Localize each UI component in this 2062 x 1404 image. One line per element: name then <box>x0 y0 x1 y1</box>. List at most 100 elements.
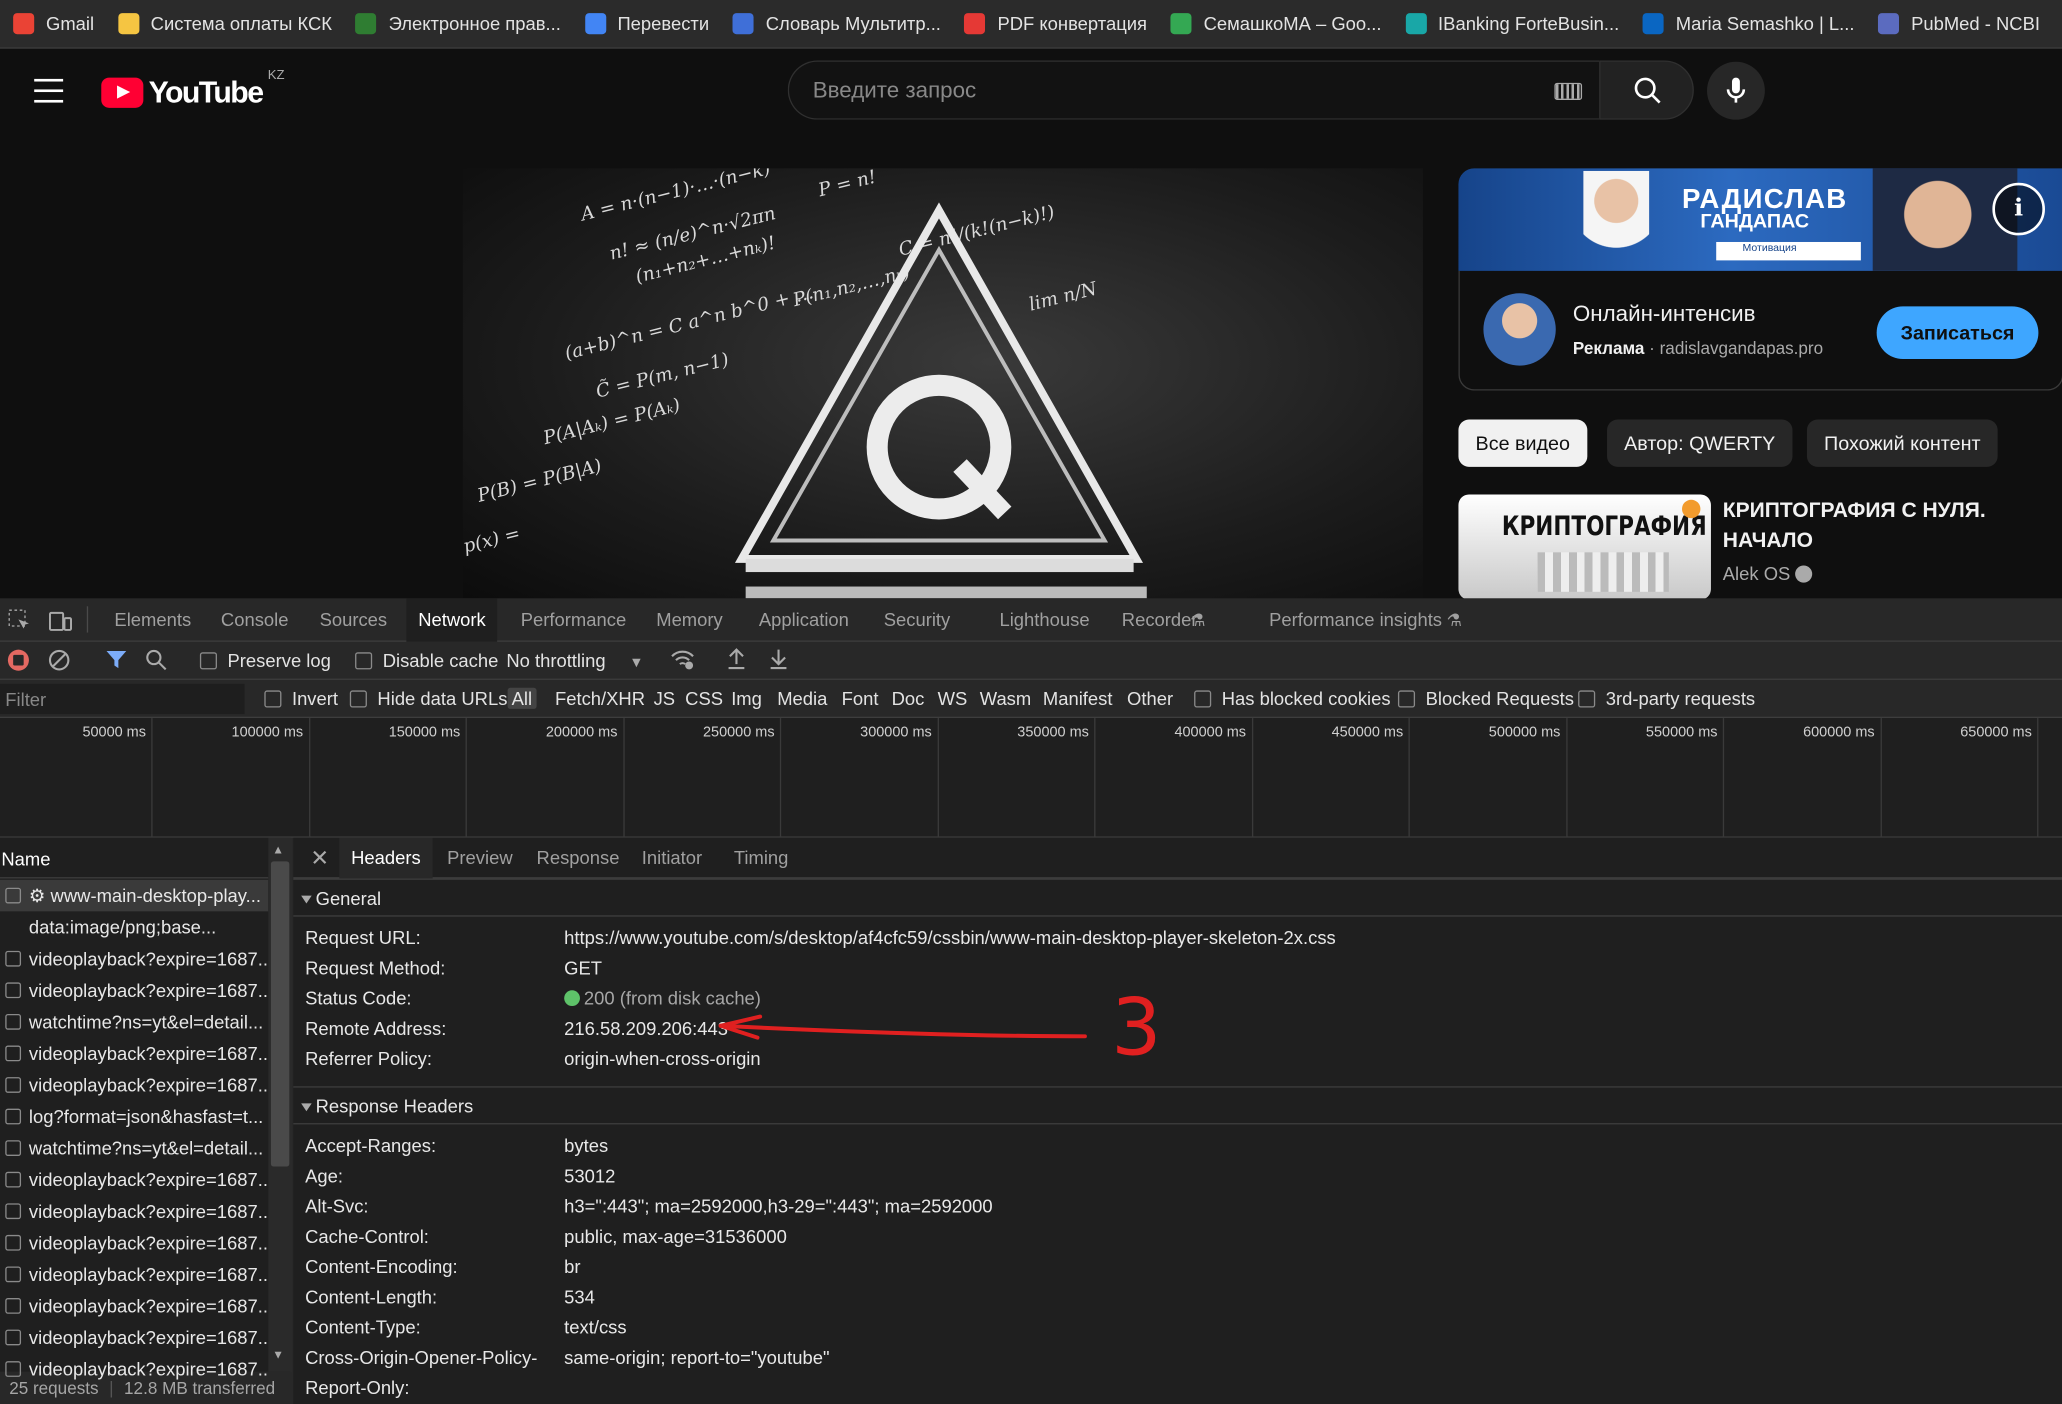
bookmark-item[interactable]: Система оплаты КСК <box>117 13 332 35</box>
scrollbar-thumb[interactable] <box>270 861 290 1167</box>
bookmark-item[interactable]: Maria Semashko | L... <box>1642 13 1855 35</box>
request-row[interactable]: videoplayback?expire=1687... <box>0 1290 268 1322</box>
chip-all-videos[interactable]: Все видео <box>1458 419 1588 467</box>
filter-hide-data-urls[interactable]: Hide data URLs <box>349 688 507 709</box>
chip-similar[interactable]: Похожий контент <box>1806 419 1998 467</box>
related-video-channel[interactable]: Alek OS <box>1723 563 1813 584</box>
checkbox-icon <box>5 1045 22 1062</box>
network-conditions-icon[interactable] <box>669 648 695 670</box>
request-row[interactable]: videoplayback?expire=1687... <box>0 1227 268 1259</box>
advertiser-avatar[interactable] <box>1483 293 1556 366</box>
devtools-tab-lighthouse[interactable]: Lighthouse <box>999 598 1089 641</box>
request-row[interactable]: videoplayback?expire=1687... <box>0 1259 268 1291</box>
request-row[interactable]: videoplayback?expire=1687... <box>0 1069 268 1101</box>
devtools-tab-network[interactable]: Network <box>406 598 498 642</box>
devtools-tab-memory[interactable]: Memory <box>656 598 722 641</box>
scroll-down-icon[interactable]: ▼ <box>272 1348 284 1361</box>
bookmark-item[interactable]: СемашкоМА – Goo... <box>1170 13 1382 35</box>
general-section-header[interactable]: General <box>293 878 2062 917</box>
ad-banner[interactable]: РАДИСЛАВ ГАНДАПАС Мотивация <box>1458 168 2062 271</box>
video-player[interactable]: A = n·(n−1)·…·(n−k) P = n! n! ≈ (n/e)^n·√2… <box>462 168 1423 599</box>
keyboard-icon[interactable] <box>1554 82 1583 100</box>
devtools-tab-application[interactable]: Application <box>759 598 849 641</box>
devtools-tab-elements[interactable]: Elements <box>114 598 191 641</box>
filter-manifest[interactable]: Manifest <box>1043 688 1113 709</box>
detail-tab-preview[interactable]: Preview <box>447 838 512 879</box>
devtools-tab-security[interactable]: Security <box>884 598 951 641</box>
detail-tab-headers[interactable]: Headers <box>339 837 433 879</box>
filter-3rd-party-requests[interactable]: 3rd-party requests <box>1578 688 1755 709</box>
related-video-title[interactable]: КРИПТОГРАФИЯ С НУЛЯ. НАЧАЛО <box>1723 496 2039 556</box>
request-row[interactable]: videoplayback?expire=1687... <box>0 974 268 1006</box>
filter-icon[interactable] <box>105 648 127 670</box>
search-icon[interactable] <box>145 648 167 671</box>
info-icon[interactable]: i <box>1992 182 2045 236</box>
detail-tab-initiator[interactable]: Initiator <box>642 838 702 879</box>
filter-wasm[interactable]: Wasm <box>980 688 1031 709</box>
preserve-log-checkbox[interactable]: Preserve log <box>199 650 331 671</box>
filter-ws[interactable]: WS <box>938 688 968 709</box>
scroll-up-icon[interactable]: ▲ <box>272 843 284 856</box>
filter-all[interactable]: All <box>507 687 536 709</box>
bookmark-item[interactable]: Словарь Мультитр... <box>732 13 941 35</box>
filter-other[interactable]: Other <box>1127 688 1173 709</box>
import-har-icon[interactable] <box>726 647 747 671</box>
request-row[interactable]: videoplayback?expire=1687... <box>0 1164 268 1196</box>
microphone-icon <box>1726 77 1746 103</box>
request-row[interactable]: data:image/png;base... <box>0 911 268 943</box>
youtube-logo[interactable]: YouTube KZ <box>101 68 285 111</box>
response-headers-section-header[interactable]: Response Headers <box>293 1086 2062 1125</box>
voice-search-button[interactable] <box>1706 61 1765 120</box>
record-icon[interactable] <box>7 649 29 671</box>
filter-css[interactable]: CSS <box>685 688 723 709</box>
request-row[interactable]: videoplayback?expire=1687... <box>0 943 268 975</box>
bookmark-item[interactable]: PDF конвертация <box>964 13 1147 35</box>
header-key: Status Code: <box>305 987 412 1009</box>
request-row[interactable]: log?format=json&hasfast=t... <box>0 1101 268 1133</box>
devtools-tab-performance[interactable]: Performance <box>521 598 626 641</box>
device-toolbar-icon[interactable] <box>48 609 73 633</box>
devtools-tab-sources[interactable]: Sources <box>320 598 388 641</box>
filter-media[interactable]: Media <box>777 688 827 709</box>
detail-tab-response[interactable]: Response <box>537 838 620 879</box>
devtools-tab-recorder[interactable]: Recorder <box>1122 598 1198 641</box>
ad-cta-button[interactable]: Записаться <box>1876 306 2039 360</box>
checkbox-icon <box>264 690 282 708</box>
request-row[interactable]: videoplayback?expire=1687... <box>0 1195 268 1227</box>
request-row[interactable]: watchtime?ns=yt&el=detail... <box>0 1006 268 1038</box>
close-icon[interactable]: ✕ <box>310 846 329 872</box>
bookmark-item[interactable]: Gmail <box>13 13 94 35</box>
detail-tab-timing[interactable]: Timing <box>734 838 789 879</box>
bookmark-item[interactable]: Электронное прав... <box>355 13 561 35</box>
devtools-tab-console[interactable]: Console <box>221 598 289 641</box>
disable-cache-checkbox[interactable]: Disable cache <box>355 650 498 671</box>
name-column-header[interactable]: Name <box>0 838 269 879</box>
ad-title[interactable]: Онлайн-интенсив <box>1573 301 1756 327</box>
filter-doc[interactable]: Doc <box>892 688 925 709</box>
filter-js[interactable]: JS <box>654 688 675 709</box>
filter-has-blocked-cookies[interactable]: Has blocked cookies <box>1194 688 1391 709</box>
inspect-element-icon[interactable] <box>8 609 32 633</box>
request-row[interactable]: videoplayback?expire=1687... <box>0 1038 268 1070</box>
menu-icon[interactable] <box>34 78 64 103</box>
bookmark-item[interactable]: IBanking ForteBusin... <box>1405 13 1619 35</box>
filter-input[interactable] <box>0 683 245 715</box>
export-har-icon[interactable] <box>768 647 789 671</box>
filter-fetch-xhr[interactable]: Fetch/XHR <box>555 688 645 709</box>
clear-icon[interactable] <box>47 648 71 672</box>
filter-font[interactable]: Font <box>842 688 879 709</box>
chip-author[interactable]: Автор: QWERTY <box>1607 419 1793 467</box>
devtools-tab-performance-insights[interactable]: Performance insights <box>1269 598 1442 641</box>
request-row[interactable]: videoplayback?expire=1687... <box>0 1322 268 1354</box>
filter-blocked-requests[interactable]: Blocked Requests <box>1397 688 1574 709</box>
request-row[interactable]: ⚙ www-main-desktop-play... <box>0 879 269 912</box>
search-input[interactable] <box>789 61 1526 119</box>
bookmark-item[interactable]: PubMed - NCBI <box>1878 13 2040 35</box>
throttling-select[interactable]: No throttling ▼ <box>506 650 643 671</box>
search-button[interactable] <box>1599 60 1694 120</box>
related-video-thumbnail[interactable]: КРИПТОГРАФИЯ <box>1458 494 1711 600</box>
filter-img[interactable]: Img <box>731 688 762 709</box>
filter-invert[interactable]: Invert <box>264 688 338 709</box>
request-row[interactable]: watchtime?ns=yt&el=detail... <box>0 1132 268 1164</box>
bookmark-item[interactable]: Перевести <box>584 13 709 35</box>
